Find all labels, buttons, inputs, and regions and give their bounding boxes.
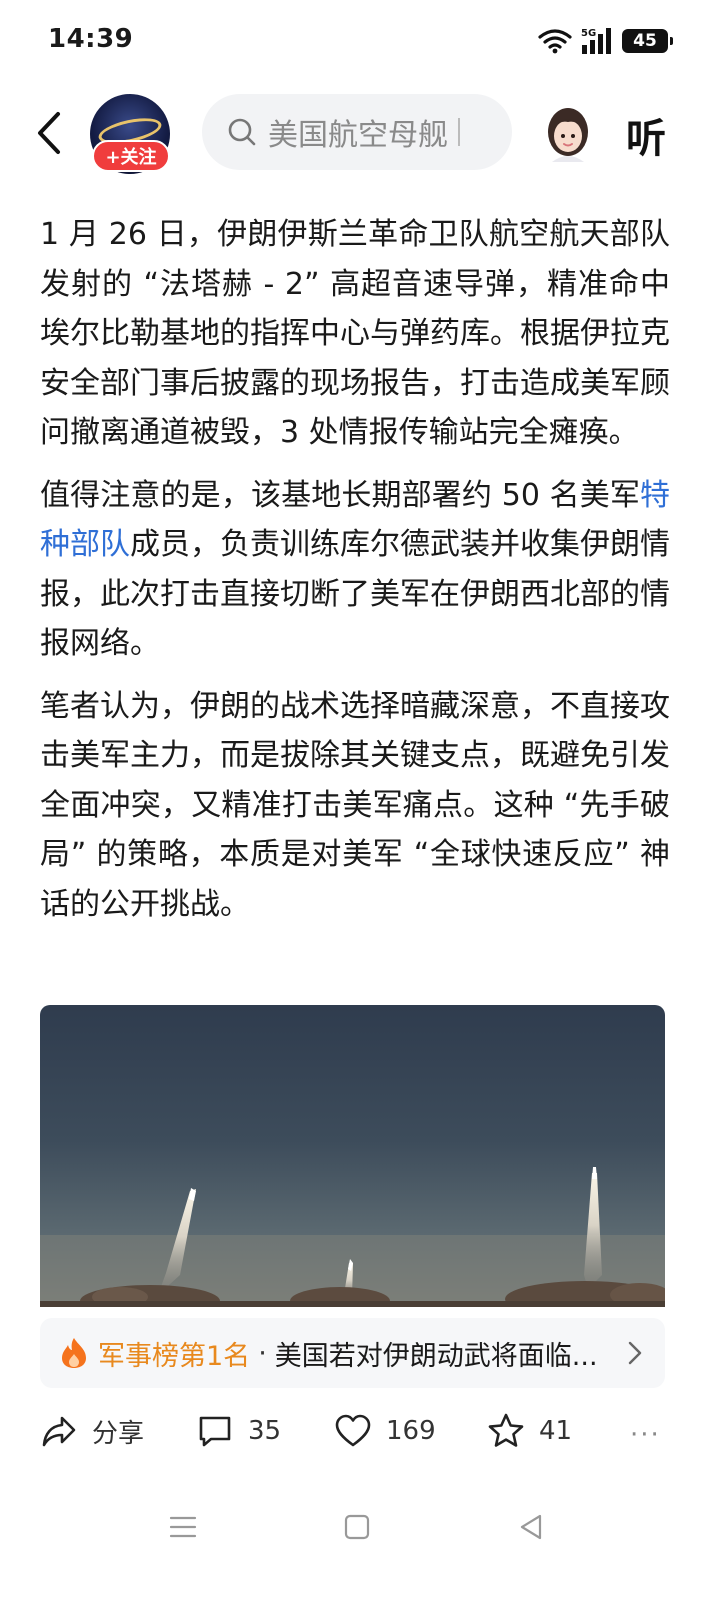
article-paragraph: 笔者认为，伊朗的战术选择暗藏深意，不直接攻击美军主力，而是拔除其关键支点，既避免… [40, 688, 670, 922]
share-icon [42, 1416, 76, 1447]
star-icon [488, 1413, 524, 1447]
flame-icon [62, 1338, 86, 1368]
more-button[interactable]: ··· [630, 1420, 661, 1450]
search-input[interactable]: 美国航空母舰 [202, 94, 512, 170]
comment-button[interactable]: 35 [196, 1412, 281, 1450]
battery-icon: 45 [622, 29, 673, 53]
article-paragraph: 1 月 26 日，伊朗伊斯兰革命卫队航空航天部队发射的 “法塔赫 - 2” 高超… [40, 217, 670, 450]
search-placeholder: 美国航空母舰 [268, 118, 448, 153]
wifi-icon [538, 29, 572, 54]
chevron-right-icon [628, 1341, 642, 1365]
header: 宇宙 +关注 美国航空母舰 听 [0, 88, 720, 180]
reader-avatar-icon[interactable] [542, 106, 594, 162]
menu-icon[interactable] [166, 1510, 200, 1544]
follow-button[interactable]: +关注 [92, 140, 170, 172]
paragraph-text: 成员，负责训练库尔德武装并收集伊朗情报，此次打击直接切断了美军在伊朗西北部的情报… [40, 527, 670, 661]
search-icon [228, 118, 256, 146]
status-time: 14:39 [48, 24, 134, 54]
comment-icon [199, 1416, 231, 1447]
share-label: 分享 [92, 1418, 145, 1449]
article-body: 1 月 26 日，伊朗伊斯兰革命卫队航空航天部队发射的 “法塔赫 - 2” 高超… [40, 210, 670, 942]
paragraph-text: 值得注意的是，该基地长期部署约 50 名美军 [40, 477, 640, 513]
action-bar: 分享 35 169 41 ··· [0, 1404, 720, 1464]
hot-separator: · [258, 1337, 267, 1369]
search-caret [458, 118, 460, 146]
hot-list-bar[interactable]: 军事榜第1名 · 美国若对伊朗动武将面临... [40, 1318, 665, 1388]
comment-count: 35 [248, 1416, 282, 1446]
hot-rank-label: 军事榜第1名 [98, 1340, 251, 1372]
heart-icon [335, 1414, 371, 1447]
home-icon[interactable] [340, 1510, 374, 1544]
like-button[interactable]: 169 [334, 1412, 436, 1450]
status-bar: 14:39 5G 45 [0, 0, 720, 80]
network-type-label: 5G [581, 28, 596, 39]
system-nav-bar [0, 1494, 720, 1558]
share-button[interactable]: 分享 [40, 1412, 144, 1450]
like-count: 169 [386, 1416, 436, 1446]
article-paragraph: 值得注意的是，该基地长期部署约 50 名美军特种部队成员，负责训练库尔德武装并收… [40, 471, 670, 669]
signal-icon: 5G [581, 28, 611, 54]
listen-button[interactable]: 听 [626, 106, 666, 164]
back-triangle-icon[interactable] [514, 1510, 548, 1544]
favorite-button[interactable]: 41 [487, 1412, 572, 1450]
hot-topic-title: 美国若对伊朗动武将面临... [274, 1340, 598, 1372]
chevron-left-icon[interactable] [30, 108, 70, 158]
status-icons: 5G 45 [538, 26, 673, 56]
favorite-count: 41 [539, 1416, 573, 1446]
article-image[interactable] [40, 1005, 665, 1307]
missile-launch-photo [40, 1167, 665, 1307]
